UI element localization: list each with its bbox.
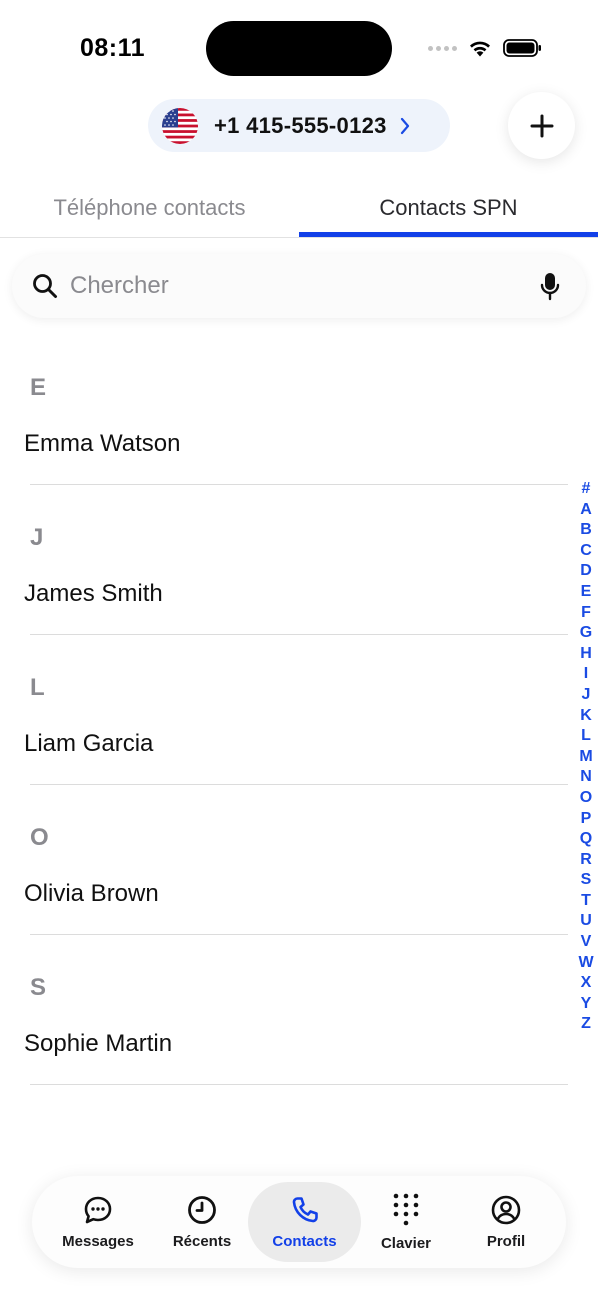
index-letter[interactable]: C xyxy=(580,541,592,562)
dynamic-island xyxy=(206,21,392,76)
contact-section-j: J James Smith xyxy=(0,518,598,668)
tab-spn-contacts[interactable]: Contacts SPN xyxy=(299,178,598,238)
divider xyxy=(30,484,568,485)
contact-section-o: O Olivia Brown xyxy=(0,818,598,968)
index-letter[interactable]: Q xyxy=(580,829,592,850)
wifi-icon xyxy=(470,41,490,57)
tab-phone-contacts[interactable]: Téléphone contacts xyxy=(0,178,299,238)
search-bar xyxy=(12,254,586,318)
search-input[interactable] xyxy=(70,272,510,300)
active-tab-indicator xyxy=(299,232,598,237)
section-header: J xyxy=(30,524,44,551)
add-contact-button[interactable] xyxy=(508,92,575,159)
contact-section-e: E Emma Watson xyxy=(0,368,598,518)
section-header: S xyxy=(30,974,47,1001)
keypad-icon xyxy=(393,1193,419,1226)
bottom-navigation: Messages Récents Contacts Clavier Profil xyxy=(32,1176,566,1268)
nav-keypad[interactable]: Clavier xyxy=(366,1176,446,1268)
us-flag-icon xyxy=(162,107,198,144)
index-letter[interactable]: X xyxy=(581,973,592,994)
microphone-icon[interactable] xyxy=(540,272,560,302)
index-letter[interactable]: B xyxy=(580,520,592,541)
alphabet-index[interactable]: # A B C D E F G H I J K L M N O P Q R S … xyxy=(572,479,598,1035)
contact-section-s: S Sophie Martin xyxy=(0,968,598,1118)
index-letter[interactable]: W xyxy=(578,953,593,974)
index-letter[interactable]: Z xyxy=(581,1014,591,1035)
index-letter[interactable]: F xyxy=(581,603,591,624)
contact-name: Emma Watson xyxy=(24,430,181,457)
phone-number-selector[interactable]: +1 415-555-0123 xyxy=(148,99,450,152)
phone-number-label: +1 415-555-0123 xyxy=(214,112,387,138)
index-letter[interactable]: M xyxy=(579,747,592,768)
chevron-right-icon xyxy=(399,116,411,136)
status-icons xyxy=(428,36,543,60)
clock-icon xyxy=(188,1196,216,1224)
divider xyxy=(30,634,568,635)
index-letter[interactable]: O xyxy=(580,788,592,809)
index-letter[interactable]: V xyxy=(581,932,592,953)
section-header: O xyxy=(30,824,49,851)
index-letter[interactable]: I xyxy=(584,664,588,685)
nav-label: Messages xyxy=(62,1233,134,1250)
nav-contacts[interactable]: Contacts xyxy=(248,1182,361,1262)
chat-bubble-icon xyxy=(84,1196,112,1224)
phone-icon xyxy=(292,1197,318,1223)
contacts-tabs: Téléphone contacts Contacts SPN xyxy=(0,178,598,238)
contact-name: Olivia Brown xyxy=(24,880,159,907)
nav-profile[interactable]: Profil xyxy=(466,1176,546,1268)
index-letter[interactable]: # xyxy=(582,479,591,500)
divider xyxy=(30,784,568,785)
nav-label: Profil xyxy=(486,1233,526,1250)
index-letter[interactable]: A xyxy=(580,500,592,521)
index-letter[interactable]: D xyxy=(580,561,592,582)
plus-icon xyxy=(530,114,553,137)
cellular-signal-icon xyxy=(428,45,457,51)
index-letter[interactable]: G xyxy=(580,623,592,644)
nav-label: Clavier xyxy=(380,1235,432,1252)
index-letter[interactable]: J xyxy=(582,685,591,706)
contact-row[interactable]: Sophie Martin xyxy=(0,1008,568,1080)
index-letter[interactable]: N xyxy=(580,767,592,788)
section-header: L xyxy=(30,674,45,701)
contact-name: Sophie Martin xyxy=(24,1030,173,1057)
index-letter[interactable]: K xyxy=(580,706,592,727)
index-letter[interactable]: Y xyxy=(581,994,592,1015)
battery-icon xyxy=(503,39,541,57)
index-letter[interactable]: L xyxy=(581,726,591,747)
contact-row[interactable]: James Smith xyxy=(0,558,568,630)
index-letter[interactable]: T xyxy=(581,891,591,912)
index-letter[interactable]: H xyxy=(580,644,592,665)
nav-label: Récents xyxy=(172,1233,232,1250)
status-time: 08:11 xyxy=(80,34,146,62)
index-letter[interactable]: E xyxy=(581,582,592,603)
contact-row[interactable]: Olivia Brown xyxy=(0,858,568,930)
contact-name: Liam Garcia xyxy=(24,730,154,757)
nav-recents[interactable]: Récents xyxy=(162,1176,242,1268)
divider xyxy=(30,934,568,935)
nav-messages[interactable]: Messages xyxy=(54,1176,142,1268)
contacts-screen: 08:11 +1 415-555-0123 Téléphone contacts… xyxy=(0,0,598,1300)
index-letter[interactable]: S xyxy=(581,870,592,891)
contact-name: James Smith xyxy=(24,580,163,607)
profile-icon xyxy=(491,1195,521,1225)
contact-row[interactable]: Liam Garcia xyxy=(0,708,568,780)
contact-row[interactable]: Emma Watson xyxy=(0,408,568,480)
section-header: E xyxy=(30,374,47,401)
index-letter[interactable]: R xyxy=(580,850,592,871)
search-icon xyxy=(33,274,57,298)
contact-section-l: L Liam Garcia xyxy=(0,668,598,818)
index-letter[interactable]: U xyxy=(580,911,592,932)
nav-label: Contacts xyxy=(272,1233,337,1250)
divider xyxy=(30,1084,568,1085)
index-letter[interactable]: P xyxy=(581,809,592,830)
